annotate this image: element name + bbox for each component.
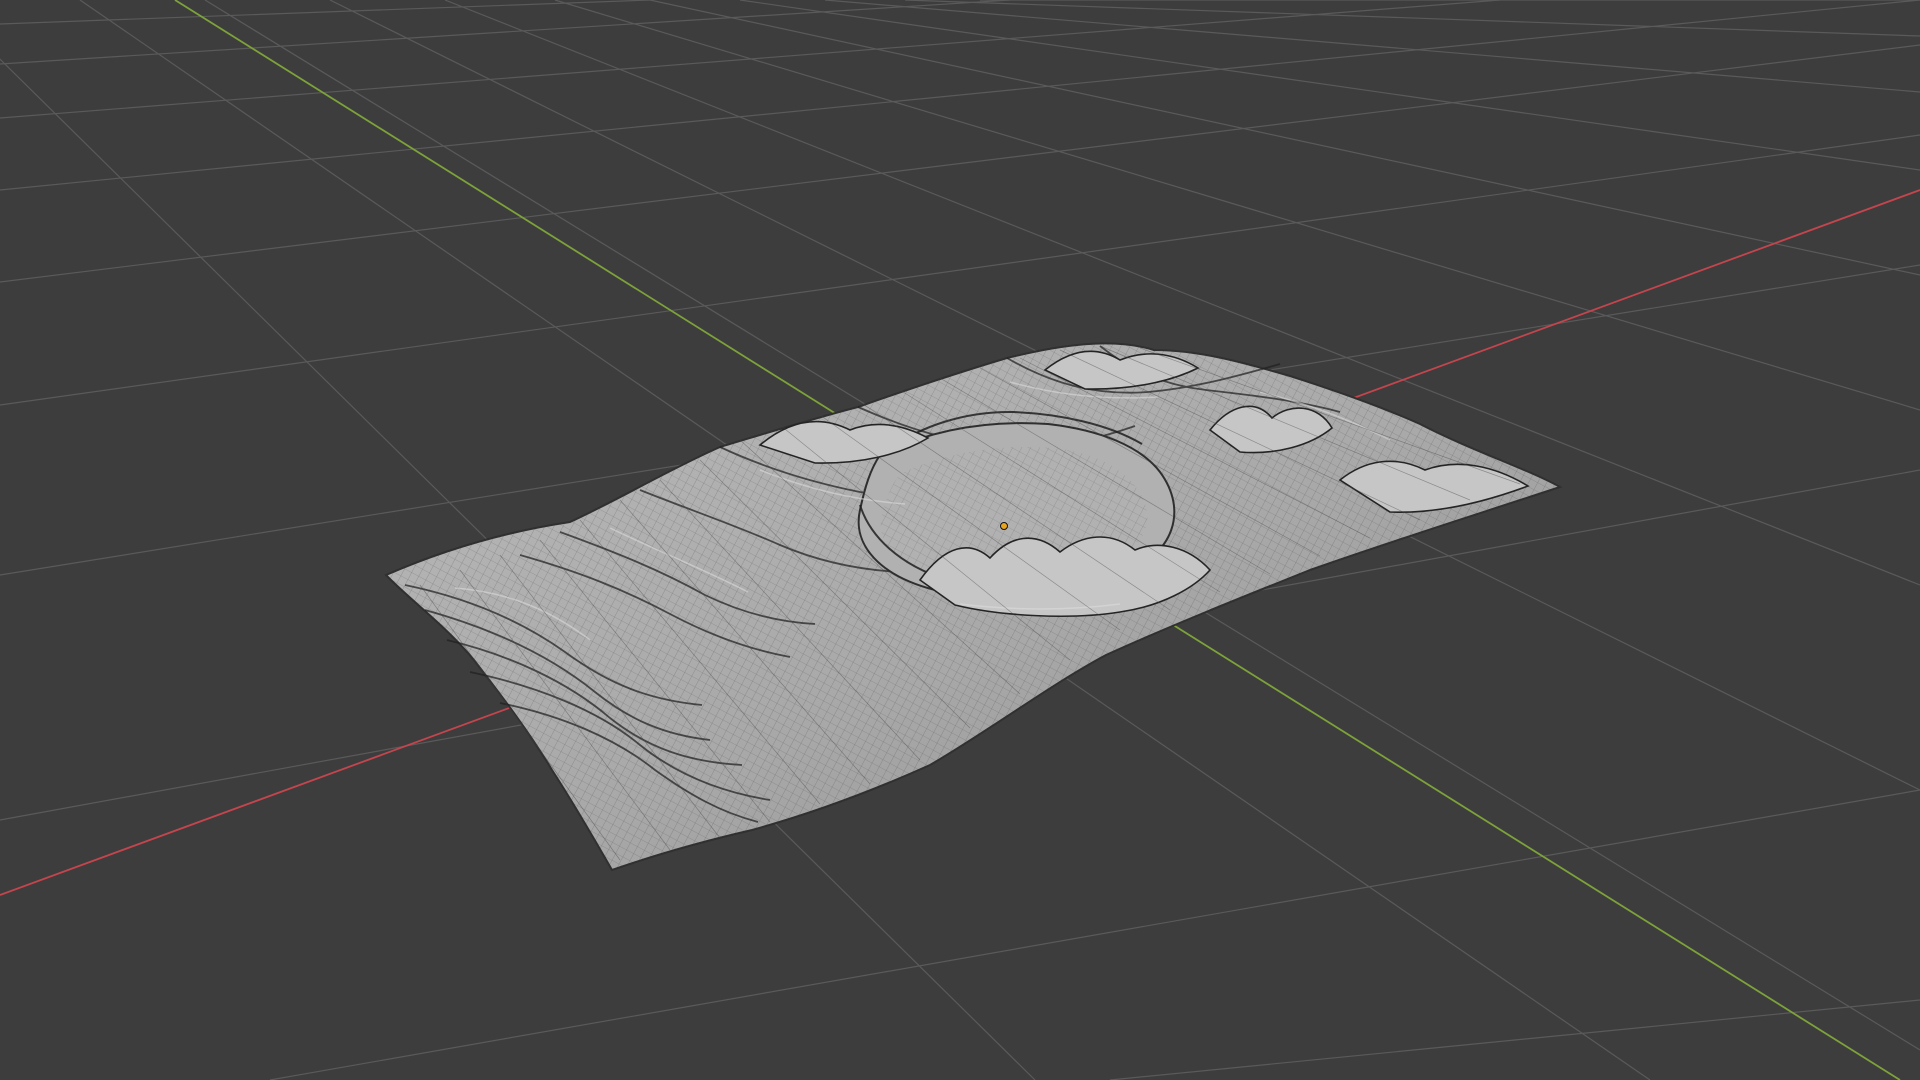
- viewport-canvas[interactable]: [0, 0, 1920, 1080]
- 3d-viewport[interactable]: [0, 0, 1920, 1080]
- origin-point[interactable]: [1000, 522, 1008, 530]
